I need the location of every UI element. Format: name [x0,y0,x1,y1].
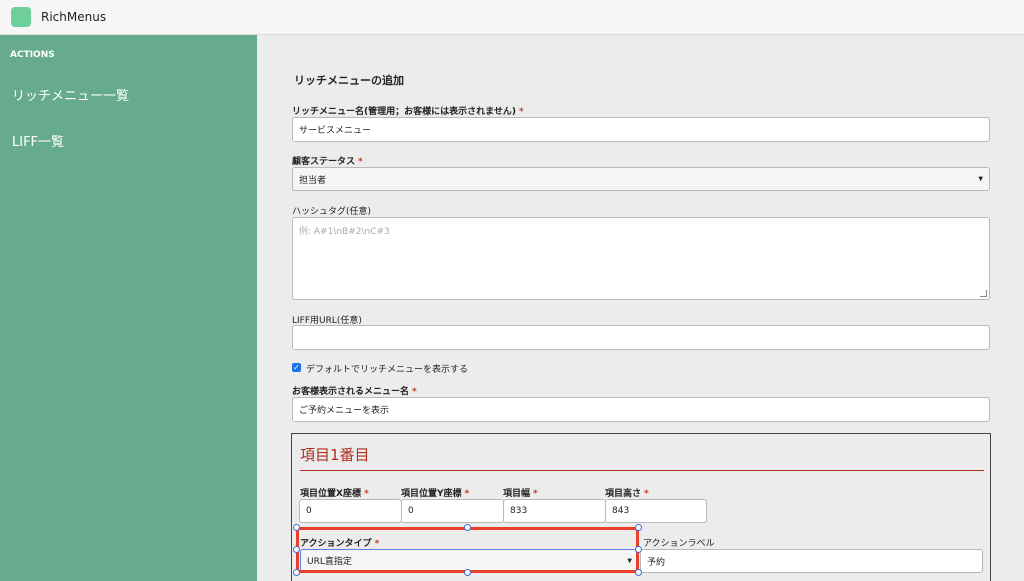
sidebar-section-title: ACTIONS [10,50,55,60]
resize-handle-icon[interactable] [980,290,987,297]
app-title[interactable]: RichMenus [41,10,106,24]
default-display-label: デフォルトでリッチメニューを表示する [306,365,469,375]
resize-handle-icon[interactable] [293,569,300,576]
hashtag-label: ハッシュタグ(任意) [292,207,372,217]
y-coordinate-label: 項目位置Y座標 * [401,489,470,499]
item-title: 項目1番目 [300,446,370,464]
resize-handle-icon[interactable] [464,569,471,576]
display-name-label: お客様表示されるメニュー名 * [292,387,417,397]
display-name-input[interactable]: ご予約メニューを表示 [292,397,990,422]
menu-name-input[interactable]: サービスメニュー [292,117,990,142]
item-height-input[interactable]: 843 [605,499,707,523]
sidebar-item-liff-list[interactable]: LIFF一覧 [12,131,64,150]
resize-handle-icon[interactable] [464,524,471,531]
resize-handle-icon[interactable] [293,546,300,553]
required-mark: * [533,489,538,499]
resize-handle-icon[interactable] [635,546,642,553]
top-bar: RichMenus [0,0,1024,35]
required-mark: * [358,157,363,167]
selection-highlight [296,527,639,573]
item-width-label: 項目幅 * [503,489,538,499]
action-label-input[interactable]: 予約 [640,549,983,573]
main-content: リッチメニューの追加 リッチメニュー名(管理用；お客様には表示されません) * サ… [257,35,1024,581]
default-display-checkbox[interactable]: ✓ [292,363,301,372]
required-mark: * [363,489,369,499]
status-label: 顧客ステータス * [292,157,363,167]
required-mark: * [644,489,649,499]
sidebar: ACTIONS リッチメニュー一覧 LIFF一覧 [0,35,257,581]
liff-url-input[interactable] [292,325,990,350]
required-mark: * [518,107,524,117]
resize-handle-icon[interactable] [635,569,642,576]
page-title: リッチメニューの追加 [294,74,404,87]
resize-handle-icon[interactable] [635,524,642,531]
required-mark: * [464,489,470,499]
chevron-down-icon: ▼ [978,175,983,183]
action-label-label: アクションラベル [643,539,715,549]
item-width-input[interactable]: 833 [503,499,606,523]
name-label: リッチメニュー名(管理用；お客様には表示されません) * [292,107,524,117]
app-logo-icon[interactable] [11,7,31,27]
status-select[interactable]: 担当者 ▼ [292,167,990,191]
sidebar-item-richmenu-list[interactable]: リッチメニュー一覧 [12,85,129,104]
item-height-label: 項目高さ * [605,489,649,499]
x-coordinate-input[interactable]: 0 [299,499,402,523]
y-coordinate-input[interactable]: 0 [401,499,504,523]
hashtag-textarea[interactable]: 例: A#1\nB#2\nC#3 [292,217,990,300]
x-coordinate-label: 項目位置X座標 * [300,489,369,499]
resize-handle-icon[interactable] [293,524,300,531]
item-divider [300,470,984,471]
required-mark: * [412,387,417,397]
